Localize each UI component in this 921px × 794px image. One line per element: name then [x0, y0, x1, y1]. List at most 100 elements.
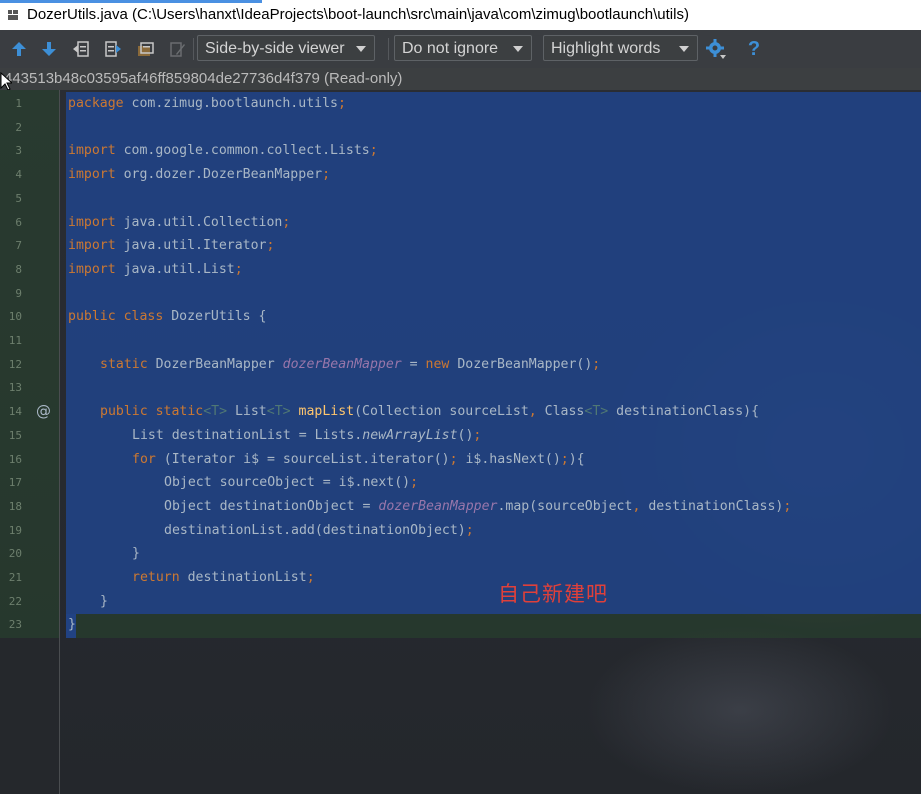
code-token: destinationClass){	[608, 404, 760, 420]
code-line[interactable]: 5	[0, 187, 921, 211]
code-token: (Collection sourceList	[354, 404, 529, 420]
code-text: List destinationList = Lists.newArrayLis…	[132, 424, 481, 448]
code-line[interactable]: 6 import java.util.Collection;	[0, 211, 921, 235]
viewer-mode-label: Side-by-side viewer	[205, 40, 345, 57]
code-line[interactable]: 15 List destinationList = Lists.newArrayL…	[0, 424, 921, 448]
code-token: List destinationList = Lists.	[132, 427, 363, 443]
jump-to-right-icon[interactable]	[102, 38, 124, 60]
code-token: DozerBeanMapper()	[449, 356, 593, 372]
code-token: import	[68, 238, 116, 254]
code-token: return	[132, 570, 180, 585]
line-number: 19	[8, 523, 22, 537]
line-number: 3	[15, 144, 22, 158]
code-line[interactable]: 8 import java.util.List;	[0, 258, 921, 282]
code-token: =	[401, 356, 426, 372]
code-text: import java.util.List;	[68, 258, 243, 282]
highlight-mode-label: Highlight words	[551, 40, 661, 57]
mouse-cursor-icon	[0, 72, 12, 91]
toolbar-separator	[388, 38, 389, 60]
code-token: i$.hasNext()	[457, 451, 561, 467]
viewer-mode-dropdown[interactable]: Side-by-side viewer	[197, 35, 375, 61]
code-token: import	[68, 214, 116, 230]
line-number: 8	[15, 262, 22, 276]
line-number: 15	[8, 428, 22, 442]
line-number: 6	[15, 215, 22, 229]
code-line[interactable]: 21 return destinationList;	[0, 566, 921, 590]
code-line[interactable]: 10 public class DozerUtils {	[0, 305, 921, 329]
code-token: ;	[234, 261, 243, 277]
code-line[interactable]: 23}	[0, 613, 921, 637]
code-text: import java.util.Iterator;	[68, 234, 274, 258]
code-token: ;	[306, 570, 315, 585]
app-icon	[8, 10, 18, 20]
line-number: 21	[8, 571, 22, 584]
arrow-down-icon[interactable]	[38, 38, 60, 60]
code-token: ;	[337, 96, 346, 111]
line-number: 1	[15, 97, 22, 110]
whitespace-mode-label: Do not ignore	[402, 40, 499, 57]
jump-to-left-icon[interactable]	[70, 38, 92, 60]
line-number: 9	[15, 286, 22, 300]
code-line[interactable]: 12 static DozerBeanMapper dozerBeanMapper…	[0, 353, 921, 377]
code-token: for	[132, 451, 156, 467]
line-number: 10	[8, 310, 22, 324]
line-number: 20	[8, 547, 22, 561]
code-line[interactable]: 18 Object destinationObject = dozerBeanMa…	[0, 495, 921, 519]
window-title: DozerUtils.java (C:\Users\hanxt\IdeaProj…	[27, 6, 689, 23]
whitespace-mode-dropdown[interactable]: Do not ignore	[394, 35, 532, 61]
code-line[interactable]: 19 destinationList.add(destinationObject)…	[0, 519, 921, 543]
code-line[interactable]: 20}	[0, 542, 921, 566]
code-line[interactable]: 4 import org.dozer.DozerBeanMapper;	[0, 163, 921, 187]
code-line[interactable]: 13	[0, 376, 921, 400]
code-token: package	[68, 96, 124, 111]
code-token: new	[425, 356, 450, 372]
code-line[interactable]: 9	[0, 282, 921, 306]
line-number: 22	[8, 594, 22, 608]
code-token: }	[68, 617, 76, 633]
highlight-mode-dropdown[interactable]: Highlight words	[543, 35, 698, 61]
window-title-bar: DozerUtils.java (C:\Users\hanxt\IdeaProj…	[0, 0, 921, 30]
line-number: 13	[8, 381, 22, 395]
edit-icon[interactable]	[166, 38, 188, 60]
code-text: }	[100, 590, 108, 614]
code-token: <T>	[203, 404, 228, 420]
line-number: 2	[15, 120, 22, 134]
code-text: return destinationList;	[132, 566, 315, 590]
code-line[interactable]: 7 import java.util.Iterator;	[0, 234, 921, 258]
code-text: Object destinationObject = dozerBeanMapp…	[164, 495, 791, 519]
code-line[interactable]: 16 for (Iterator i$ = sourceList.iterator…	[0, 448, 921, 472]
line-number: 23	[8, 618, 22, 632]
line-number: 16	[8, 452, 22, 466]
code-line[interactable]: 2	[0, 116, 921, 140]
line-number: 4	[15, 168, 22, 182]
code-token: java.util.Collection	[115, 214, 283, 230]
code-token: org.dozer.DozerBeanMapper	[115, 167, 323, 183]
code-token: Class	[536, 404, 585, 420]
code-token: import	[68, 167, 116, 183]
code-token: ()	[457, 427, 474, 443]
code-line[interactable]: 1 package com.zimug.bootlaunch.utils;	[0, 92, 921, 116]
code-token: List	[227, 404, 267, 420]
apply-changes-icon[interactable]	[134, 38, 156, 60]
arrow-up-icon[interactable]	[8, 38, 30, 60]
code-token: com.zimug.bootlaunch.utils	[123, 96, 338, 111]
code-editor[interactable]: @ 1 package com.zimug.bootlaunch.utils; 2 3…	[0, 90, 921, 794]
code-line[interactable]: 17 Object sourceObject = i$.next();	[0, 471, 921, 495]
settings-icon[interactable]	[705, 38, 727, 60]
code-line[interactable]: 11	[0, 329, 921, 353]
help-icon[interactable]: ?	[743, 38, 765, 60]
code-token: .map(sourceObject	[497, 498, 633, 514]
code-token: ;	[282, 214, 291, 230]
code-text: public class DozerUtils {	[68, 305, 267, 329]
code-token: <T>	[266, 404, 291, 420]
code-text: Object sourceObject = i$.next();	[164, 471, 418, 495]
toolbar-separator	[193, 38, 194, 60]
code-text: for (Iterator i$ = sourceList.iterator()…	[132, 448, 585, 472]
code-line[interactable]: 14 public static<T> List<T> mapList(Colle…	[0, 400, 921, 424]
code-line[interactable]: 22}	[0, 590, 921, 614]
line-number: 7	[15, 239, 22, 253]
code-token: ;	[592, 356, 601, 372]
code-text: public static<T> List<T> mapList(Collect…	[100, 400, 759, 424]
code-token: mapList	[290, 404, 355, 420]
code-line[interactable]: 3 import com.google.common.collect.Lists;	[0, 139, 921, 163]
